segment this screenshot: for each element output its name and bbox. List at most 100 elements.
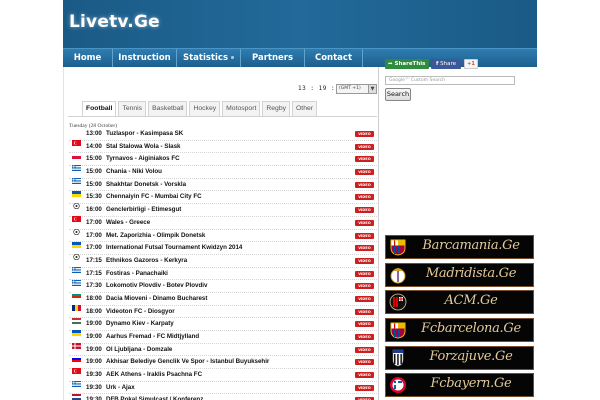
video-badge[interactable]: VIDEO: [355, 156, 374, 163]
match-row[interactable]: 15:00 Tyrnavos - Aiginiakos FC VIDEO: [69, 153, 377, 172]
match-row[interactable]: 18:00 Videoton FC - Diosgyor VIDEO: [69, 306, 377, 324]
video-badge[interactable]: VIDEO: [355, 232, 374, 239]
match-title[interactable]: AEK Athens - Iraklis Psachna FC: [106, 371, 202, 378]
nav-item-contact[interactable]: Contact: [305, 49, 363, 67]
nav-item-instruction[interactable]: Instruction: [113, 49, 177, 67]
video-badge[interactable]: VIDEO: [355, 219, 374, 226]
video-badge[interactable]: VIDEO: [355, 372, 374, 379]
match-title[interactable]: Videoton FC - Diosgyor: [106, 308, 175, 315]
partner-banner-label: ACM.Ge: [444, 293, 498, 308]
video-badge[interactable]: VIDEO: [355, 334, 374, 340]
match-title[interactable]: Aarhus Fremad - FC Midtjylland: [106, 333, 199, 340]
video-badge[interactable]: VIDEO: [355, 194, 374, 201]
match-row[interactable]: 17:00 Met. Zaporizhia - Olimpik Donetsk VI…: [69, 230, 377, 248]
match-title[interactable]: Shakhtar Donetsk - Vorskla: [106, 181, 186, 188]
tab-basketball[interactable]: Basketball: [148, 101, 188, 116]
timezone-select[interactable]: (GMT +1) ▼: [336, 84, 377, 94]
video-badge[interactable]: VIDEO: [355, 346, 374, 353]
match-title[interactable]: Tyrnavos - Aiginiakos FC: [106, 155, 180, 162]
facebook-share-button[interactable]: f Share: [431, 59, 461, 69]
video-badge[interactable]: VIDEO: [355, 384, 374, 391]
match-row[interactable]: 17:30 Lokomotiv Plovdiv - Botev Plovdiv VI…: [69, 280, 377, 299]
match-row[interactable]: 17:00 Wales - Greece VIDEO: [69, 217, 377, 235]
match-row[interactable]: 19:00 Ol Ljubljana - Domzale VIDEO: [69, 344, 377, 362]
match-row[interactable]: 15:00 Shakhtar Donetsk - Vorskla VIDEO: [69, 179, 377, 197]
search-button[interactable]: Search: [385, 88, 411, 101]
video-badge[interactable]: VIDEO: [355, 131, 374, 137]
match-row[interactable]: 17:15 Ethnikos Gazoros - Kerkyra VIDEO: [69, 255, 377, 273]
partner-banner-bayern[interactable]: Fcbayern.Ge: [385, 373, 534, 397]
match-title[interactable]: Genclerbirligi - Etimesgut: [106, 206, 181, 213]
match-title[interactable]: Chennaiyin FC - Mumbai City FC: [106, 193, 202, 200]
partner-banner-milan[interactable]: ACM.Ge: [385, 290, 534, 314]
match-title[interactable]: Lokomotiv Plovdiv - Botev Plovdiv: [106, 282, 207, 289]
video-badge[interactable]: VIDEO: [355, 207, 374, 214]
google-plus-button[interactable]: +1: [464, 59, 478, 69]
video-badge[interactable]: VIDEO: [355, 270, 374, 277]
match-row[interactable]: 18:00 Dacia Mioveni - Dinamo Bucharest VID…: [69, 293, 377, 311]
match-row[interactable]: 17:00 International Futsal Tournament Kwi…: [69, 242, 377, 261]
match-title[interactable]: Ol Ljubljana - Domzale: [106, 346, 172, 353]
video-badge[interactable]: VIDEO: [355, 359, 374, 366]
nav-item-statistics[interactable]: Statistics: [177, 49, 241, 67]
match-row[interactable]: 14:00 Stal Stalowa Wola - Slask VIDEO: [69, 141, 377, 159]
tab-football[interactable]: Football: [82, 101, 117, 116]
match-time: 15:30: [86, 193, 102, 201]
match-title[interactable]: Urk - Ajax: [106, 384, 135, 391]
partner-banner-real[interactable]: Madridista.Ge: [385, 263, 534, 287]
match-title[interactable]: Dacia Mioveni - Dinamo Bucharest: [106, 295, 207, 302]
partner-banner-barca[interactable]: Barcamania.Ge: [385, 235, 534, 259]
match-time: 19:00: [86, 358, 102, 366]
match-time: 19:00: [86, 333, 102, 340]
match-row[interactable]: 13:00 Tuzlaspor - Kasimpasa SK VIDEO: [69, 128, 377, 146]
match-row[interactable]: 15:00 Chania - Niki Volou VIDEO: [69, 166, 377, 185]
match-row[interactable]: 16:00 Genclerbirligi - Etimesgut VIDEO: [69, 204, 377, 223]
match-row[interactable]: 19:30 Urk - Ajax VIDEO: [69, 382, 377, 400]
match-row[interactable]: 19:00 Aarhus Fremad - FC Midtjylland VIDEO: [69, 331, 377, 349]
match-title[interactable]: International Futsal Tournament Kwidzyn …: [106, 244, 242, 251]
clock-separator: :: [330, 85, 336, 92]
tab-other[interactable]: Other: [292, 101, 318, 116]
turkey-flag-icon: [72, 131, 81, 146]
video-badge[interactable]: VIDEO: [355, 169, 374, 176]
partner-banner-barca[interactable]: Fcbarcelona.Ge: [385, 318, 534, 342]
match-row[interactable]: 19:30 AEK Athens - Iraklis Psachna FC VIDE…: [69, 369, 377, 388]
video-badge[interactable]: VIDEO: [355, 295, 374, 302]
video-badge[interactable]: VIDEO: [355, 283, 374, 290]
video-badge[interactable]: VIDEO: [355, 308, 374, 315]
video-badge[interactable]: VIDEO: [355, 181, 374, 188]
video-badge[interactable]: VIDEO: [355, 245, 374, 252]
tab-regby[interactable]: Regby: [262, 101, 291, 116]
match-title[interactable]: DFB Pokal Simulcast / Konferenz: [106, 396, 203, 400]
match-row[interactable]: 19:00 Dynamo Kiev - Karpaty VIDEO: [69, 318, 377, 337]
nav-item-home[interactable]: Home: [63, 49, 113, 67]
match-title[interactable]: Tuzlaspor - Kasimpasa SK: [106, 130, 183, 137]
partner-banner-juve[interactable]: Forzajuve.Ge: [385, 346, 534, 370]
tab-motosport[interactable]: Motosport: [222, 101, 261, 116]
tab-hockey[interactable]: Hockey: [189, 101, 221, 116]
match-time: 19:30: [86, 383, 102, 391]
match-title[interactable]: Fostiras - Panachaiki: [106, 270, 168, 277]
sharethis-button[interactable]: ➦ ShareThis: [385, 59, 429, 69]
match-title[interactable]: Akhisar Belediye Genclik Ve Spor - Istan…: [106, 358, 269, 365]
video-badge[interactable]: VIDEO: [355, 143, 374, 150]
site-logo[interactable]: Livetv.Ge: [69, 12, 160, 32]
tab-tennis[interactable]: Tennis: [118, 101, 147, 116]
match-time: 19:30: [86, 396, 102, 400]
match-title[interactable]: Dynamo Kiev - Karpaty: [106, 320, 174, 327]
match-title[interactable]: Chania - Niki Volou: [106, 168, 162, 175]
match-row[interactable]: 15:30 Chennaiyin FC - Mumbai City FC VIDEO: [69, 191, 377, 210]
partner-banner-label: Forzajuve.Ge: [429, 349, 513, 364]
match-row[interactable]: 19:30DFB Pokal Simulcast / KonferenzVIDE…: [69, 394, 377, 400]
video-badge[interactable]: VIDEO: [355, 257, 374, 264]
match-title[interactable]: Met. Zaporizhia - Olimpik Donetsk: [106, 232, 205, 239]
match-title[interactable]: Ethnikos Gazoros - Kerkyra: [106, 257, 187, 264]
match-title[interactable]: Wales - Greece: [106, 219, 150, 226]
match-title[interactable]: Stal Stalowa Wola - Slask: [106, 143, 181, 150]
video-badge[interactable]: VIDEO: [355, 321, 374, 328]
match-row[interactable]: 19:00 Akhisar Belediye Genclik Ve Spor - …: [69, 356, 377, 375]
search-input[interactable]: Google™ Custom Search: [385, 76, 515, 85]
match-row[interactable]: 17:15 Fostiras - Panachaiki VIDEO: [69, 268, 377, 286]
match-time: 17:15: [86, 256, 102, 264]
nav-item-partners[interactable]: Partners: [241, 49, 305, 67]
